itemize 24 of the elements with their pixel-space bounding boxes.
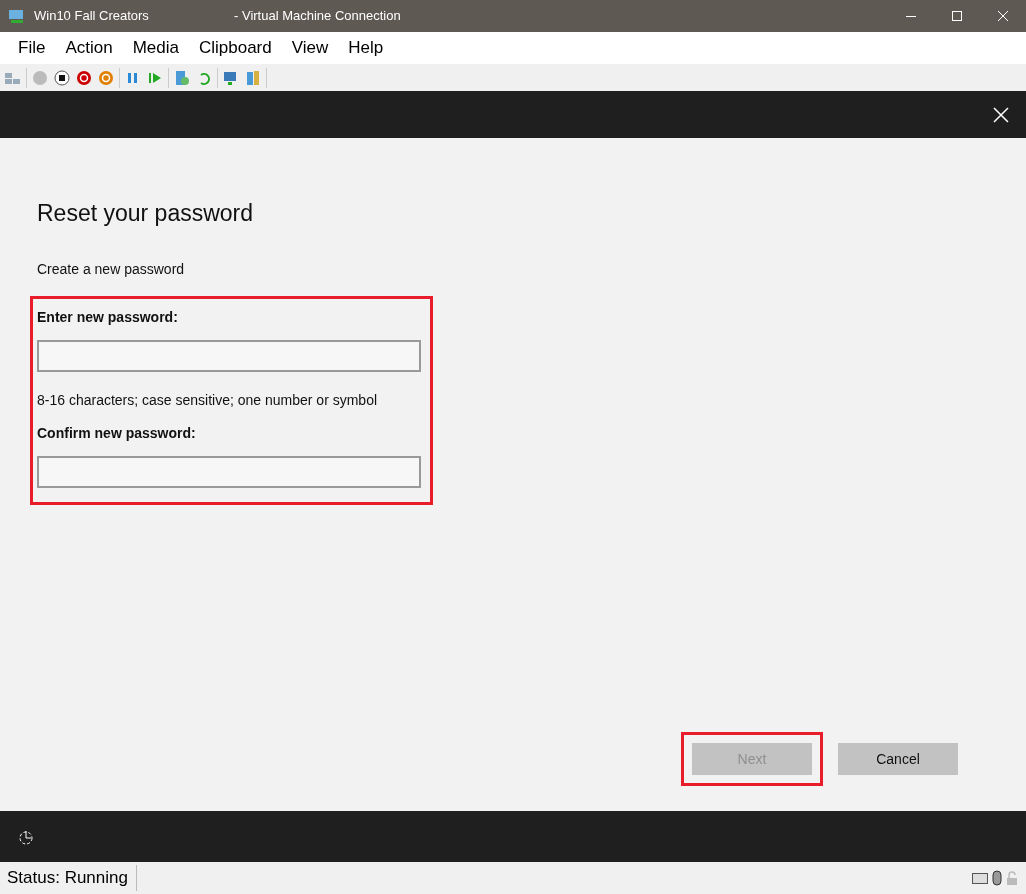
menu-item[interactable]: Media (122, 35, 189, 61)
menu-item[interactable]: Help (338, 35, 394, 61)
menu-item[interactable]: File (8, 35, 56, 61)
window-title: - Virtual Machine Connection (234, 7, 401, 26)
keyboard-icon (972, 872, 988, 884)
close-icon[interactable] (993, 106, 1009, 123)
vm-icon (8, 8, 26, 24)
window-title: Win10 Fall Creators (34, 7, 150, 26)
mouse-icon (992, 870, 1002, 886)
field-label: Enter new password: (37, 307, 179, 327)
close-icon[interactable] (997, 10, 1009, 22)
lock-icon (1006, 871, 1018, 885)
menu-item[interactable]: View (281, 35, 339, 61)
dialog-button[interactable]: Cancel (838, 743, 958, 775)
menu-item[interactable]: Clipboard (188, 35, 282, 61)
field-label: Confirm new password: (37, 423, 197, 443)
password-field[interactable] (37, 339, 421, 372)
dialog-heading: Reset your password (37, 199, 255, 228)
menu-item[interactable]: Action (55, 35, 123, 61)
password-field[interactable] (37, 455, 421, 488)
dialog-subheading: Create a new password (37, 259, 186, 279)
stop-icon[interactable] (53, 68, 71, 87)
field-hint: 8-16 characters; case sensitive; one number or symbol (37, 390, 379, 410)
status-text: Status: Running (7, 865, 137, 891)
